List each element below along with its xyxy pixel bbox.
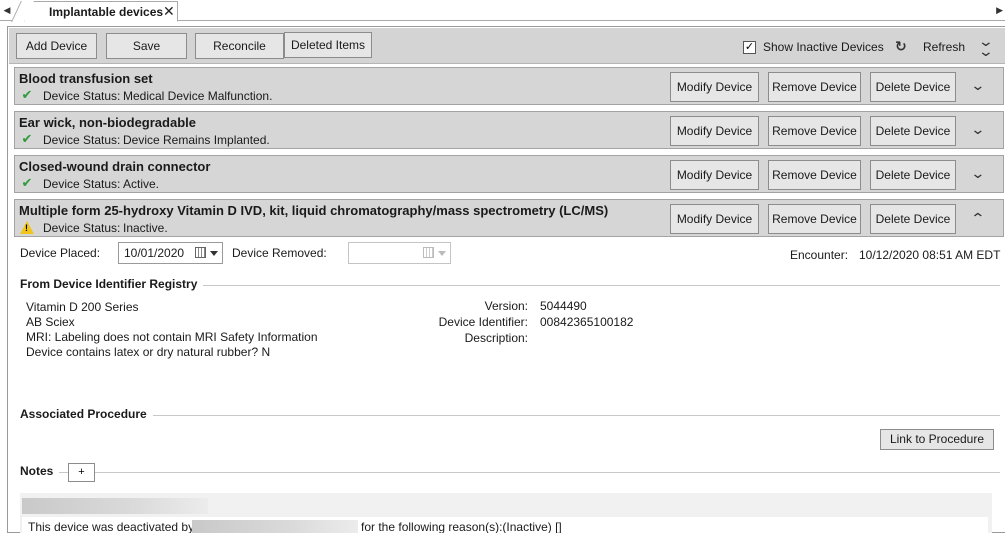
registry-line: Device contains latex or dry natural rub… <box>26 345 271 359</box>
device-row: Ear wick, non-biodegradable ✔ Device Sta… <box>14 111 1004 149</box>
device-name: Closed-wound drain connector <box>19 159 211 174</box>
device-status-label: Device Status: <box>43 221 121 235</box>
registry-line: MRI: Labeling does not contain MRI Safet… <box>26 330 318 344</box>
check-icon: ✔ <box>21 87 33 102</box>
tab-label: Implantable devices <box>49 5 164 19</box>
delete-device-button[interactable]: Delete Device <box>870 160 956 190</box>
remove-device-button[interactable]: Remove Device <box>768 116 861 146</box>
show-inactive-checkbox[interactable]: ✓ <box>743 41 756 54</box>
registry-line: AB Sciex <box>26 315 75 329</box>
redacted-author-block <box>22 498 208 514</box>
device-name: Blood transfusion set <box>19 71 153 86</box>
device-row: Closed-wound drain connector ✔ Device St… <box>14 155 1004 193</box>
tab-scroll-right-icon[interactable]: ▶ <box>993 3 1003 17</box>
device-status-value: Inactive. <box>123 221 168 235</box>
note-prefix: This device was deactivated by <box>28 520 195 533</box>
delete-device-button[interactable]: Delete Device <box>870 72 956 102</box>
tab-scroll-left-icon[interactable]: ◀ <box>2 3 12 17</box>
chevron-down-icon[interactable]: ⌄ <box>970 166 985 180</box>
device-details: Device Placed: 10/01/2020 Device Removed… <box>14 238 1004 533</box>
version-value: 5044490 <box>540 299 587 313</box>
device-identifier-label: Device Identifier: <box>438 315 528 329</box>
tab-strip: ◀ Implantable devices ✕ ▶ <box>0 0 1005 22</box>
device-placed-date-field[interactable]: 10/01/2020 <box>118 242 223 264</box>
divider <box>20 415 1000 416</box>
save-button[interactable]: Save <box>106 33 187 59</box>
device-identifier-value: 00842365100182 <box>540 315 634 329</box>
reconcile-button[interactable]: Reconcile <box>195 33 284 59</box>
device-name: Multiple form 25-hydroxy Vitamin D IVD, … <box>19 203 609 218</box>
link-to-procedure-button[interactable]: Link to Procedure <box>880 429 994 450</box>
close-icon[interactable]: ✕ <box>163 4 175 18</box>
version-label: Version: <box>484 299 528 313</box>
tab-implantable-devices[interactable]: Implantable devices ✕ <box>24 1 178 22</box>
chevron-down-icon[interactable]: ⌄ <box>970 78 985 92</box>
divider <box>20 472 1000 473</box>
registry-section-title: From Device Identifier Registry <box>20 277 204 291</box>
deleted-items-button[interactable]: Deleted Items <box>284 32 372 58</box>
note-entry: This device was deactivated by for the f… <box>20 493 992 533</box>
remove-device-button[interactable]: Remove Device <box>768 204 861 234</box>
chevron-up-icon[interactable]: ⌃ <box>970 211 985 225</box>
modify-device-button[interactable]: Modify Device <box>670 204 759 234</box>
note-text-line: This device was deactivated by for the f… <box>22 517 988 533</box>
note-suffix: for the following reason(s):(Inactive) [… <box>361 520 562 533</box>
description-label: Description: <box>464 331 528 345</box>
encounter-value: 10/12/2020 08:51 AM EDT <box>859 248 1001 262</box>
refresh-icon[interactable]: ↻ <box>895 39 907 53</box>
dropdown-arrow-icon[interactable] <box>438 251 446 256</box>
associated-procedure-title: Associated Procedure <box>20 407 153 421</box>
device-removed-label: Device Removed: <box>232 246 327 260</box>
check-icon: ✔ <box>21 175 33 190</box>
check-icon: ✔ <box>21 131 33 146</box>
device-status-label: Device Status: <box>43 177 121 191</box>
notes-title: Notes <box>20 464 60 478</box>
device-status-value: Medical Device Malfunction. <box>123 89 273 103</box>
device-row-expanded: Multiple form 25-hydroxy Vitamin D IVD, … <box>14 199 1004 237</box>
modify-device-button[interactable]: Modify Device <box>670 116 759 146</box>
remove-device-button[interactable]: Remove Device <box>768 72 861 102</box>
device-row: Blood transfusion set ✔ Device Status: M… <box>14 67 1004 105</box>
modify-device-button[interactable]: Modify Device <box>670 72 759 102</box>
device-name: Ear wick, non-biodegradable <box>19 115 196 130</box>
device-status-label: Device Status: <box>43 89 121 103</box>
encounter-label: Encounter: <box>790 248 849 262</box>
collapse-all-icon[interactable]: ⌄ ⌄ <box>978 34 994 58</box>
devices-panel: Add Device Save Reconcile Deleted Items … <box>7 26 1005 533</box>
modify-device-button[interactable]: Modify Device <box>670 160 759 190</box>
device-status-value: Active. <box>123 177 160 191</box>
toolbar: Add Device Save Reconcile Deleted Items … <box>9 28 1005 64</box>
calendar-icon[interactable] <box>195 247 206 258</box>
chevron-down-icon[interactable]: ⌄ <box>970 122 985 136</box>
calendar-icon[interactable] <box>423 247 434 258</box>
remove-device-button[interactable]: Remove Device <box>768 160 861 190</box>
device-status-value: Device Remains Implanted. <box>123 133 270 147</box>
device-status-label: Device Status: <box>43 133 121 147</box>
delete-device-button[interactable]: Delete Device <box>870 116 956 146</box>
add-note-button[interactable]: + <box>68 463 95 482</box>
refresh-button[interactable]: Refresh <box>923 40 965 54</box>
delete-device-button[interactable]: Delete Device <box>870 204 956 234</box>
device-removed-date-field[interactable] <box>348 242 451 264</box>
device-placed-label: Device Placed: <box>20 246 101 260</box>
show-inactive-label[interactable]: Show Inactive Devices <box>763 40 884 54</box>
dropdown-arrow-icon[interactable] <box>210 251 218 256</box>
add-device-button[interactable]: Add Device <box>16 33 97 59</box>
registry-line: Vitamin D 200 Series <box>26 300 139 314</box>
device-placed-value: 10/01/2020 <box>124 246 185 260</box>
redacted-user-block <box>192 520 358 533</box>
warning-icon: ! <box>20 221 34 234</box>
